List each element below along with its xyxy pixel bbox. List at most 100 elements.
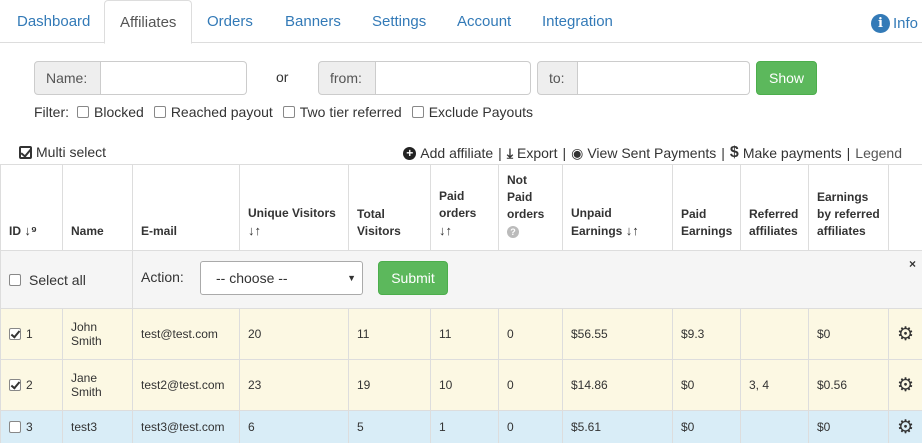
row-id: 2 xyxy=(26,378,33,392)
gear-icon[interactable]: ⚙ xyxy=(888,359,922,411)
info-link[interactable]: i Info xyxy=(870,14,918,33)
filter-exclude-payouts[interactable]: Exclude Payouts xyxy=(411,104,533,120)
from-date-input[interactable] xyxy=(376,61,531,95)
filter-two-tier-checkbox[interactable] xyxy=(282,106,295,118)
row-checkbox[interactable] xyxy=(9,328,21,340)
col-total-visitors: Total Visitors xyxy=(348,164,431,251)
cell-not-paid-orders: 0 xyxy=(498,308,563,360)
cell-email: test3@test.com xyxy=(132,410,240,443)
filter-blocked-checkbox[interactable] xyxy=(77,106,89,118)
col-id-label: ID xyxy=(9,224,21,238)
nav-tabs: Dashboard Affiliates Orders Banners Sett… xyxy=(0,0,922,44)
or-label: or xyxy=(276,69,289,85)
cell-unique-visitors: 6 xyxy=(239,410,349,443)
col-email: E-mail xyxy=(132,164,240,251)
dollar-icon: $ xyxy=(729,144,739,161)
info-label: Info xyxy=(892,15,918,32)
separator: | xyxy=(498,145,502,161)
view-sent-payments-link[interactable]: View Sent Payments xyxy=(587,145,716,161)
col-paid-earnings: Paid Earnings xyxy=(672,164,741,251)
info-icon: i xyxy=(870,14,890,33)
select-all-cell: Select all xyxy=(0,250,133,309)
col-name: Name xyxy=(62,164,133,251)
cell-id: 3 xyxy=(0,410,63,443)
cell-name: Jane Smith xyxy=(62,359,133,411)
row-checkbox[interactable] xyxy=(9,421,21,433)
action-select[interactable]: -- choose -- ▼ xyxy=(200,261,363,295)
sort-icon: ↓↑ xyxy=(625,223,639,238)
tab-orders[interactable]: Orders xyxy=(192,0,268,43)
table-row[interactable]: 3 test3 test3@test.com 6 5 1 0 $5.61 $0 … xyxy=(0,410,922,443)
tab-settings[interactable]: Settings xyxy=(357,0,441,43)
cell-name: John Smith xyxy=(62,308,133,360)
bulk-action-row: Select all Action: -- choose -- ▼ Submit… xyxy=(0,250,922,309)
eye-icon: ◉ xyxy=(571,144,584,161)
cell-not-paid-orders: 0 xyxy=(498,410,563,443)
cell-paid-orders: 1 xyxy=(430,410,499,443)
col-paid-orders[interactable]: Paid orders ↓↑ xyxy=(430,164,499,251)
name-input[interactable] xyxy=(101,61,247,95)
cell-unique-visitors: 23 xyxy=(239,359,349,411)
filter-reached-payout[interactable]: Reached payout xyxy=(153,104,273,120)
cell-total-visitors: 11 xyxy=(348,308,431,360)
filter-two-tier-label: Two tier referred xyxy=(299,104,402,120)
gear-icon[interactable]: ⚙ xyxy=(888,410,922,443)
plus-circle-icon: + xyxy=(403,146,417,160)
filter-blocked-label: Blocked xyxy=(94,104,144,120)
col-unique-visitors-label: Unique Visitors xyxy=(248,206,336,220)
action-label: Action: xyxy=(141,269,184,285)
select-all-checkbox[interactable] xyxy=(9,273,21,286)
select-all[interactable]: Select all xyxy=(9,272,124,288)
add-affiliate-link[interactable]: Add affiliate xyxy=(420,145,493,161)
to-label: to: xyxy=(537,61,578,95)
col-unpaid-earnings-label: Unpaid Earnings xyxy=(571,206,623,238)
col-not-paid-orders-label: Not Paid orders xyxy=(507,173,545,221)
row-id: 1 xyxy=(26,327,33,341)
separator: | xyxy=(721,145,725,161)
export-link[interactable]: Export xyxy=(517,145,557,161)
make-payments-link[interactable]: Make payments xyxy=(743,145,842,161)
table-header-row: ID ↓⁹ Name E-mail Unique Visitors ↓↑ Tota… xyxy=(0,164,922,251)
col-id[interactable]: ID ↓⁹ xyxy=(0,164,63,251)
tab-affiliates[interactable]: Affiliates xyxy=(104,0,193,44)
action-select-value: -- choose -- xyxy=(216,270,288,286)
cell-unique-visitors: 20 xyxy=(239,308,349,360)
row-checkbox[interactable] xyxy=(9,379,21,391)
multi-select-link[interactable]: Multi select xyxy=(19,144,106,160)
filter-two-tier[interactable]: Two tier referred xyxy=(282,104,402,120)
legend-link[interactable]: Legend xyxy=(855,145,902,161)
gear-icon[interactable]: ⚙ xyxy=(888,308,922,360)
col-unpaid-earnings[interactable]: Unpaid Earnings ↓↑ xyxy=(562,164,673,251)
table-row[interactable]: 1 John Smith test@test.com 20 11 11 0 $5… xyxy=(0,308,922,360)
cell-referred-affiliates xyxy=(740,410,809,443)
filter-label: Filter: xyxy=(34,104,69,120)
cell-email: test2@test.com xyxy=(132,359,240,411)
filter-bar: Filter: Blocked Reached payout Two tier … xyxy=(34,104,543,120)
tab-banners[interactable]: Banners xyxy=(270,0,356,43)
cell-paid-orders: 11 xyxy=(430,308,499,360)
cell-id: 2 xyxy=(0,359,63,411)
question-icon[interactable]: ? xyxy=(507,226,519,238)
filter-reached-payout-checkbox[interactable] xyxy=(153,106,166,118)
cell-unpaid-earnings: $56.55 xyxy=(562,308,673,360)
cell-referred-affiliates: 3, 4 xyxy=(740,359,809,411)
col-unique-visitors[interactable]: Unique Visitors ↓↑ xyxy=(239,164,349,251)
filter-blocked[interactable]: Blocked xyxy=(77,104,144,120)
caret-down-icon: ▼ xyxy=(347,273,356,283)
tab-integration[interactable]: Integration xyxy=(527,0,628,43)
to-date-input[interactable] xyxy=(578,61,750,95)
select-all-label: Select all xyxy=(29,271,86,288)
cell-unpaid-earnings: $5.61 xyxy=(562,410,673,443)
close-icon[interactable]: × xyxy=(909,257,916,271)
submit-button[interactable]: Submit xyxy=(378,261,448,295)
tab-account[interactable]: Account xyxy=(442,0,526,43)
show-button[interactable]: Show xyxy=(756,61,817,95)
table-row[interactable]: 2 Jane Smith test2@test.com 23 19 10 0 $… xyxy=(0,359,922,411)
tab-dashboard[interactable]: Dashboard xyxy=(2,0,105,43)
bulk-action-cell: Action: -- choose -- ▼ Submit × xyxy=(132,250,922,309)
col-referred-affiliates: Referred affiliates xyxy=(740,164,809,251)
cell-paid-earnings: $9.3 xyxy=(672,308,741,360)
cell-paid-orders: 10 xyxy=(430,359,499,411)
col-actions xyxy=(888,164,922,251)
filter-exclude-payouts-checkbox[interactable] xyxy=(411,106,424,118)
